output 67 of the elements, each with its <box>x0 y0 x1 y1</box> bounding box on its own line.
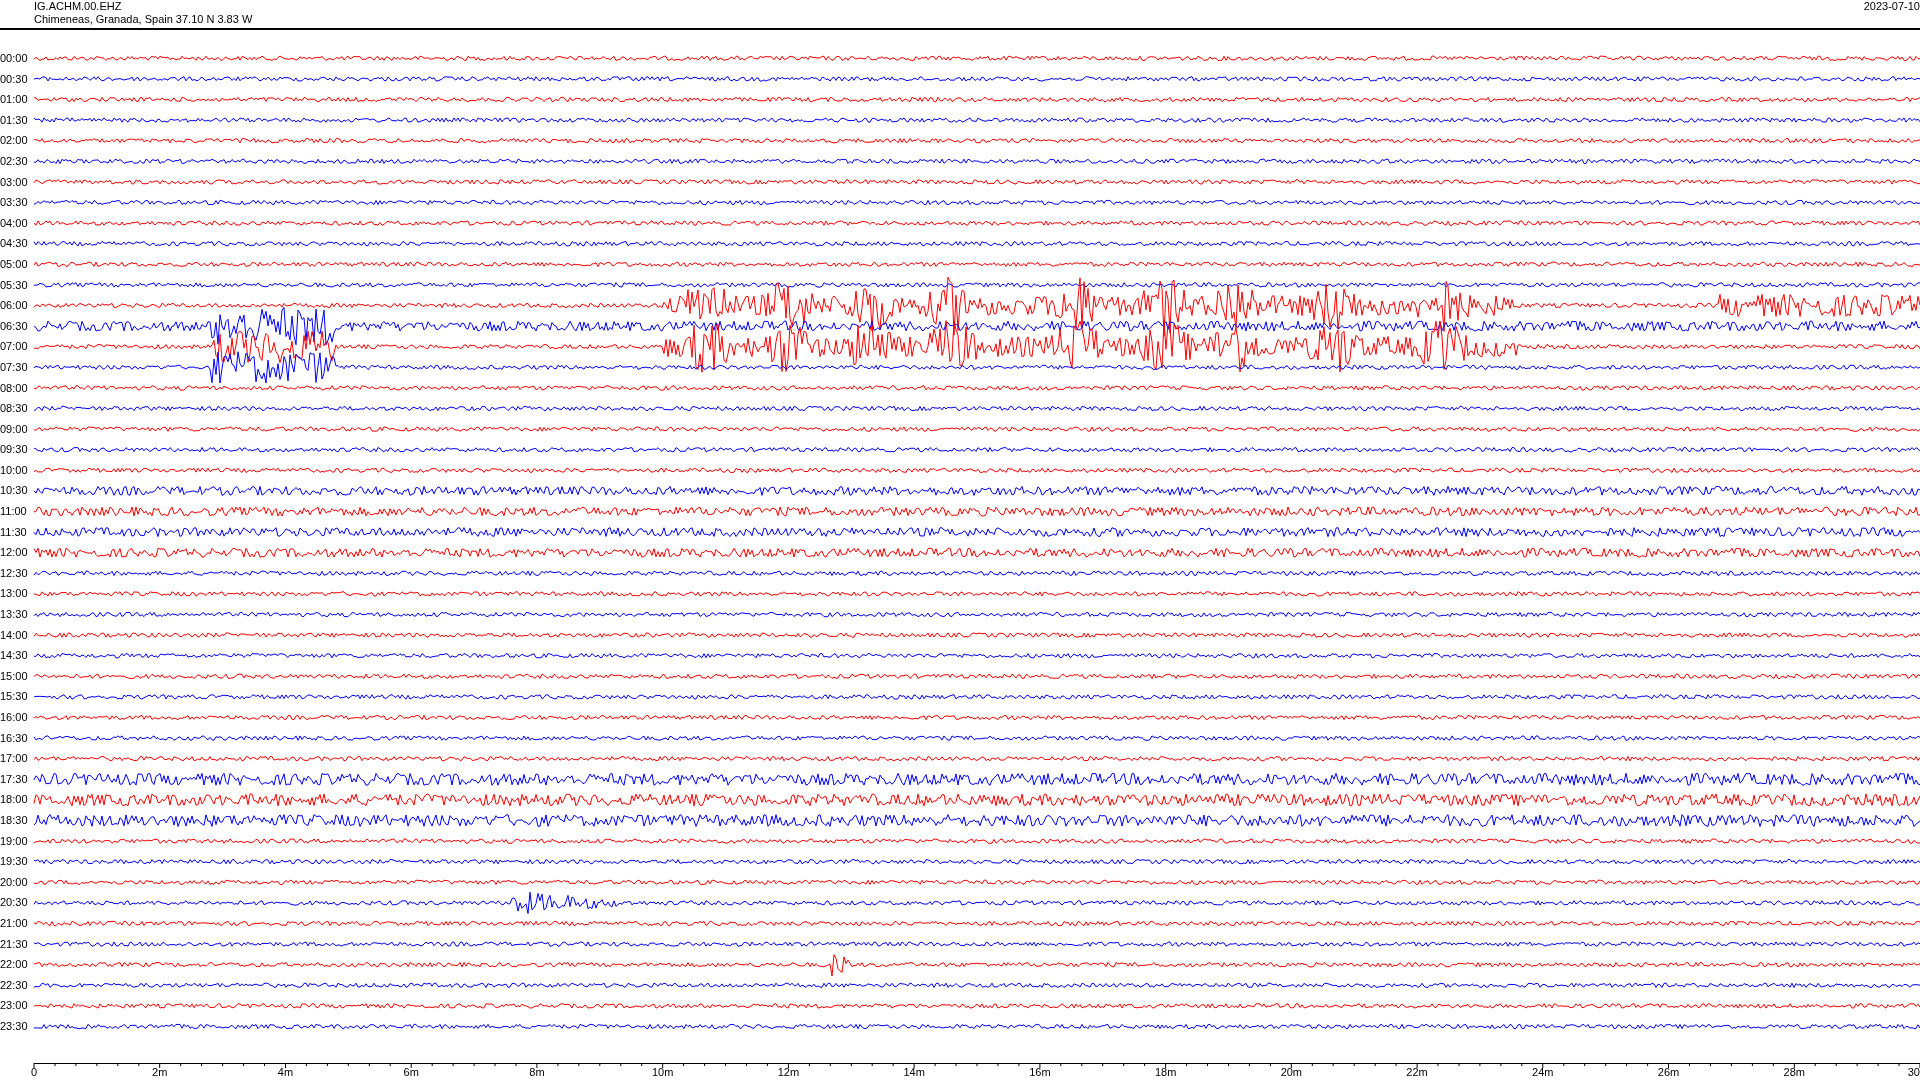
time-label: 20:30 <box>0 895 29 911</box>
axis-tick-label: 10m <box>651 1066 674 1078</box>
time-label: 05:30 <box>0 277 29 293</box>
time-label: 06:30 <box>0 318 29 334</box>
time-label: 19:30 <box>0 854 29 870</box>
axis-tick-label: 0 <box>31 1066 38 1078</box>
time-label: 21:30 <box>0 936 29 952</box>
time-label: 18:00 <box>0 792 29 808</box>
axis-tick-label: 22m <box>1406 1066 1428 1078</box>
time-label: 16:30 <box>0 730 29 746</box>
time-label: 11:30 <box>0 524 28 540</box>
time-label: 04:00 <box>0 215 29 231</box>
time-label: 00:00 <box>0 51 29 66</box>
axis-tick-label: 20m <box>1280 1066 1303 1078</box>
time-label: 11:00 <box>0 504 28 520</box>
time-label: 15:00 <box>0 668 29 684</box>
station-code: IG.ACHM.00.EHZ <box>34 0 123 13</box>
time-label: 21:00 <box>0 915 29 931</box>
time-label: 05:00 <box>0 256 29 272</box>
time-label: 10:30 <box>0 483 29 499</box>
time-label: 18:30 <box>0 812 29 828</box>
time-label: 16:00 <box>0 710 29 725</box>
time-label: 07:30 <box>0 359 29 375</box>
axis-tick-label: 4m <box>277 1066 294 1078</box>
axis-tick-label: 16m <box>1029 1066 1051 1078</box>
time-label: 13:30 <box>0 607 29 623</box>
time-label: 12:00 <box>0 545 29 561</box>
time-label: 14:30 <box>0 648 29 664</box>
axis-tick-label: 8m <box>529 1066 545 1078</box>
time-label: 02:30 <box>0 153 29 169</box>
time-label: 03:00 <box>0 174 29 190</box>
time-label: 02:00 <box>0 133 29 149</box>
axis-tick-label: 12m <box>777 1066 800 1078</box>
axis-tick-label: 6m <box>403 1066 419 1078</box>
time-label: 23:30 <box>0 1018 29 1034</box>
time-label: 20:00 <box>0 874 29 890</box>
time-label: 17:00 <box>0 751 29 767</box>
time-label: 15:30 <box>0 689 29 705</box>
axis-tick-label: 30 <box>1907 1066 1920 1078</box>
axis-tick-label: 28m <box>1783 1066 1805 1078</box>
time-label: 14:00 <box>0 627 29 643</box>
axis-tick-label: 14m <box>903 1066 925 1078</box>
time-label: 04:30 <box>0 236 29 252</box>
time-label: 01:30 <box>0 112 29 128</box>
time-label: 13:00 <box>0 586 29 602</box>
axis-tick-label: 26m <box>1657 1066 1680 1078</box>
axis-tick-label: 18m <box>1154 1066 1177 1078</box>
time-label: 22:00 <box>0 957 29 973</box>
time-label: 23:00 <box>0 998 29 1014</box>
time-label: 06:00 <box>0 298 29 314</box>
axis-tick-label: 2m <box>152 1066 168 1078</box>
time-label: 07:00 <box>0 339 29 355</box>
time-label: 17:30 <box>0 771 29 787</box>
time-label: 22:30 <box>0 977 29 993</box>
time-label: 09:00 <box>0 421 29 437</box>
time-label: 08:00 <box>0 380 29 396</box>
time-label: 03:30 <box>0 195 29 211</box>
time-label: 01:00 <box>0 92 29 108</box>
plot-date: 2023-07-10 <box>1863 0 1920 14</box>
time-label: 09:30 <box>0 442 29 458</box>
time-label: 12:30 <box>0 565 29 581</box>
time-label: 08:30 <box>0 401 29 417</box>
time-label: 10:00 <box>0 462 29 478</box>
time-label: 19:00 <box>0 833 29 849</box>
axis-tick-label: 24m <box>1532 1066 1554 1078</box>
station-location: Chimeneas, Granada, Spain 37.10 N 3.83 W <box>34 13 253 26</box>
time-label: 00:30 <box>0 71 29 87</box>
